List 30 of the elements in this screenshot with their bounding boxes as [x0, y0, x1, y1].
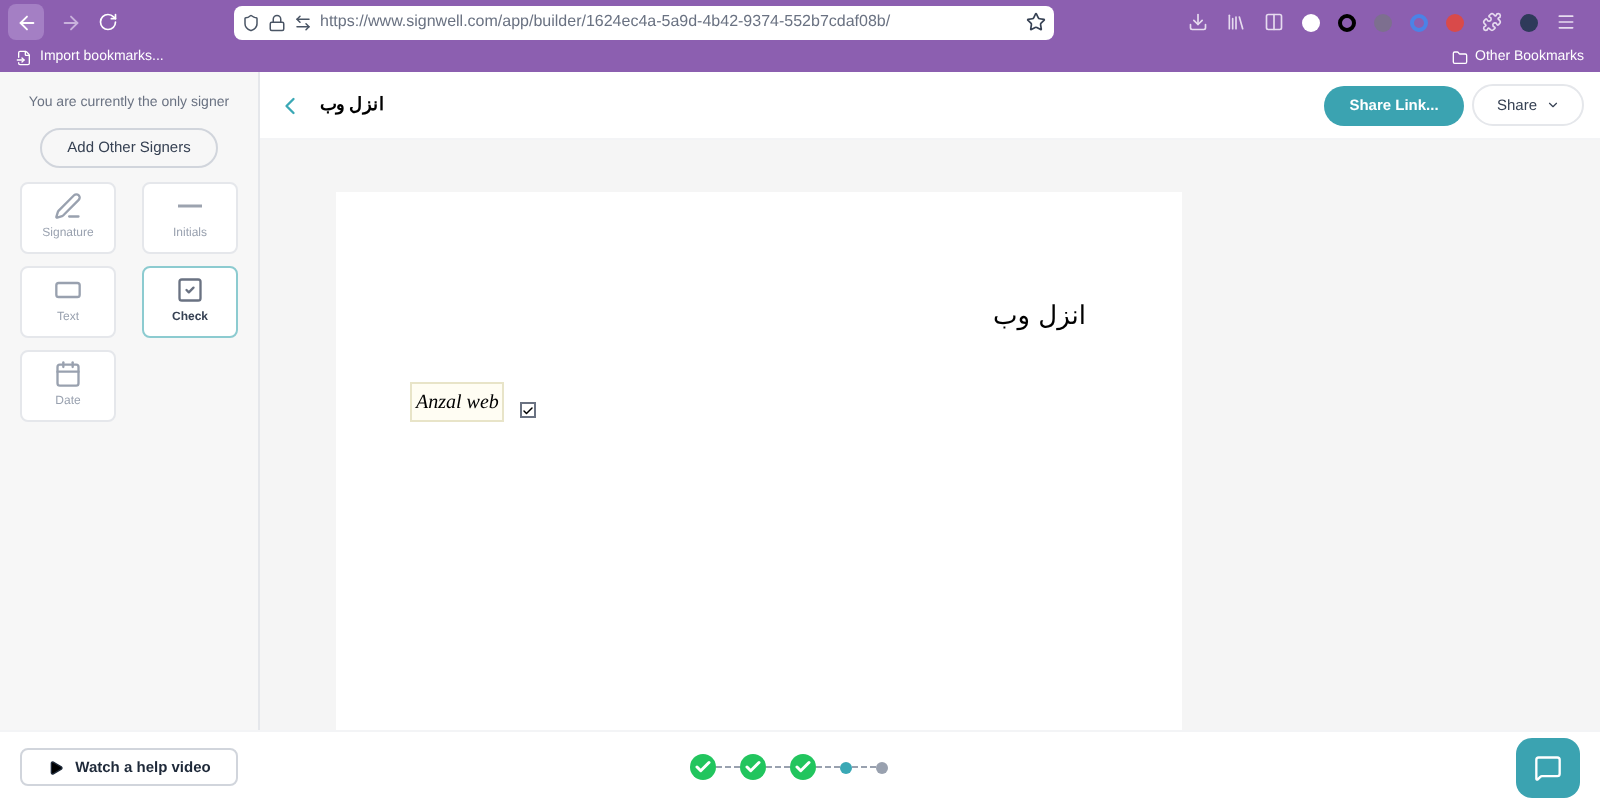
url-text: https://www.signwell.com/app/builder/1624ec4a-5a9d-4b42-9374-552b7cdaf08b/ [320, 10, 893, 34]
download-icon[interactable] [1188, 12, 1208, 32]
checkbox-field[interactable] [520, 402, 537, 418]
calendar-icon [54, 359, 82, 387]
pen-icon [54, 191, 82, 219]
shield-icon [242, 13, 260, 31]
document-title: انزل وب [320, 91, 386, 119]
profile-icon[interactable] [1520, 13, 1538, 31]
menu-icon[interactable] [1556, 12, 1576, 32]
import-icon [16, 50, 32, 66]
chat-button[interactable] [1516, 737, 1580, 797]
sidebar-icon[interactable] [1264, 12, 1284, 32]
caret-icon [1545, 98, 1559, 112]
reload-icon[interactable] [98, 12, 118, 32]
chat-icon [1534, 753, 1562, 781]
checkbox-icon [176, 275, 204, 303]
address-bar[interactable]: https://www.signwell.com/app/builder/1624ec4a-5a9d-4b42-9374-552b7cdaf08b/ [234, 5, 1054, 39]
back-arrow-icon [15, 11, 37, 33]
lock-icon [268, 13, 286, 31]
forward-icon[interactable] [60, 11, 82, 33]
library-icon[interactable] [1226, 12, 1246, 32]
play-icon [47, 759, 64, 775]
document-heading: انزل وب [993, 300, 1086, 336]
signature-field[interactable]: Anzal web [410, 382, 505, 422]
permissions-icon [294, 13, 312, 31]
extensions-icon[interactable] [1482, 12, 1502, 32]
line-icon [178, 203, 202, 207]
folder-icon [1451, 50, 1468, 66]
star-icon[interactable] [1026, 12, 1046, 32]
back-button[interactable] [8, 4, 44, 40]
